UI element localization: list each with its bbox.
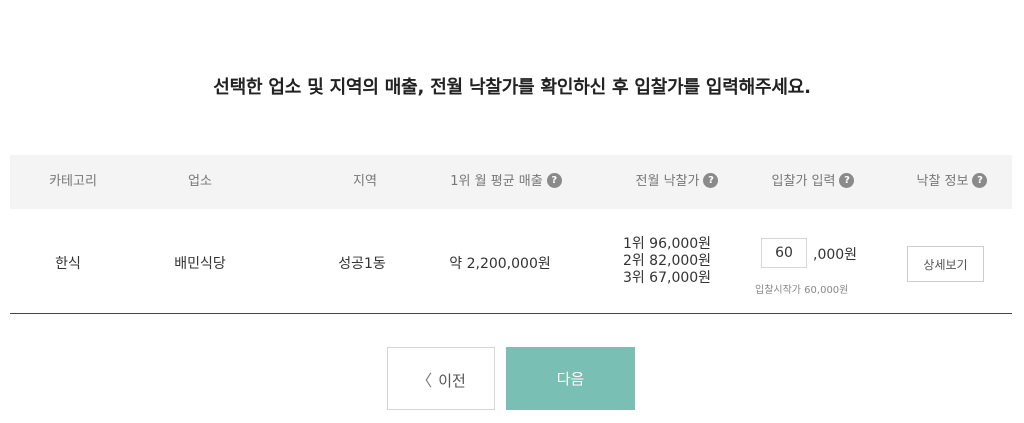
last-bid-rank-3: 3위 67,000원 [622,270,712,286]
cell-region: 성공1동 [338,256,386,272]
last-bid-list: 1위 96,000원 2위 82,000원 3위 67,000원 [602,236,732,287]
help-icon[interactable]: ? [546,173,562,188]
next-button[interactable]: 다음 [506,347,635,410]
bid-amount-input[interactable] [761,238,807,268]
help-icon[interactable]: ? [703,173,719,188]
last-bid-rank-1: 1위 96,000원 [622,236,712,252]
cell-avg-sales: 약 2,200,000원 [449,256,551,272]
prev-button[interactable]: 〈 이전 [387,347,495,410]
last-bid-rank-2: 2위 82,000원 [622,253,712,269]
chevron-left-icon: 〈 [416,370,433,390]
bid-unit-label: ,000원 [813,247,858,263]
page-title: 선택한 업소 및 지역의 매출, 전월 낙찰가를 확인하신 후 입찰가를 입력해… [213,77,811,98]
header-last-bid-label: 전월 낙찰가 [635,174,700,189]
bid-start-note: 입찰시작가 60,000원 [755,285,849,296]
prev-button-label: 이전 [438,371,466,390]
header-bid-info-label: 낙찰 정보 [916,174,969,189]
header-business: 업소 [170,155,230,209]
cell-category: 한식 [55,256,81,272]
help-icon[interactable]: ? [972,173,988,188]
header-category: 카테고리 [38,155,108,209]
divider [10,313,1012,314]
header-category-label: 카테고리 [49,174,97,189]
cell-business: 배민식당 [174,256,226,272]
header-bid-info: 낙찰 정보? [907,155,997,209]
bid-page: 선택한 업소 및 지역의 매출, 전월 낙찰가를 확인하신 후 입찰가를 입력해… [0,0,1024,423]
header-business-label: 업소 [188,174,212,189]
header-bid-input: 입찰가 입력? [758,155,868,209]
header-avg-sales-label: 1위 월 평균 매출 [450,174,543,189]
table-header: 카테고리 업소 지역 1위 월 평균 매출? 전월 낙찰가? 입찰가 입력? 낙… [10,155,1012,209]
help-icon[interactable]: ? [839,173,855,188]
detail-button[interactable]: 상세보기 [907,246,984,282]
header-last-bid: 전월 낙찰가? [617,155,737,209]
header-region-label: 지역 [353,174,377,189]
header-bid-input-label: 입찰가 입력 [771,174,836,189]
header-region: 지역 [335,155,395,209]
header-avg-sales: 1위 월 평균 매출? [436,155,576,209]
